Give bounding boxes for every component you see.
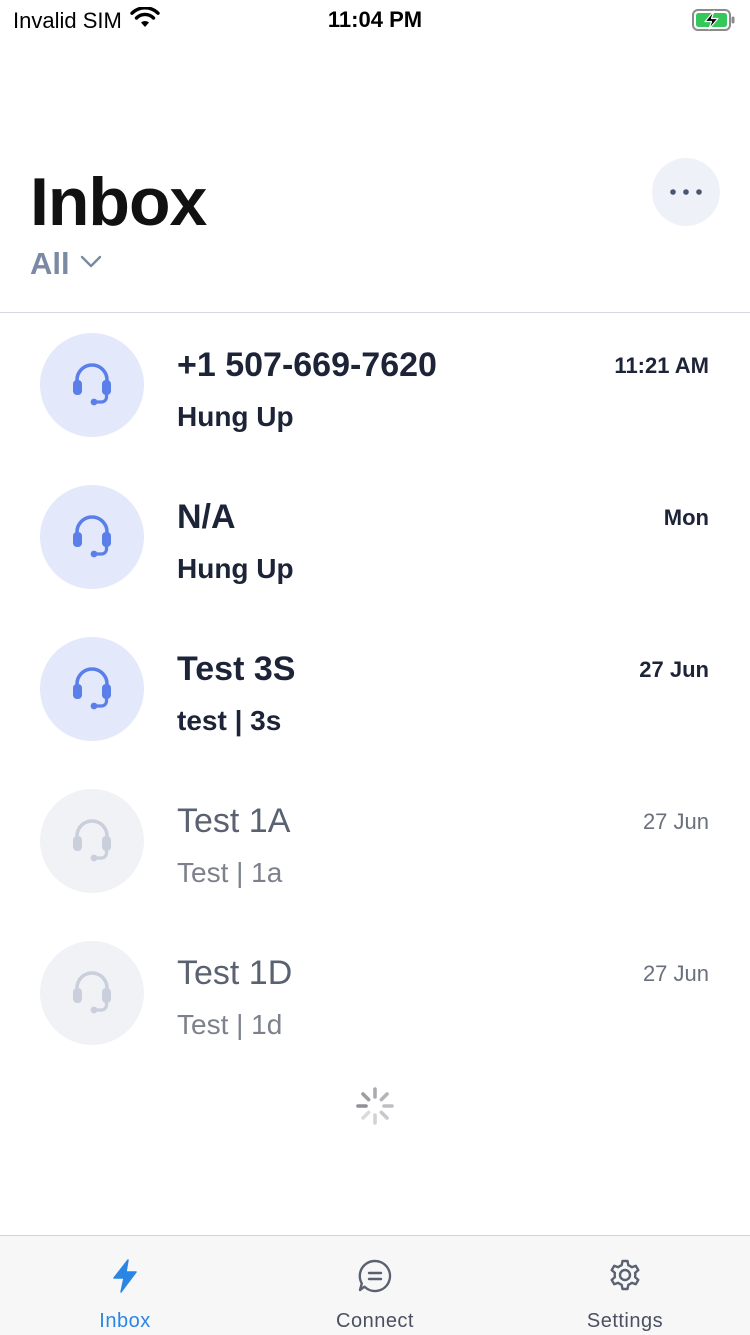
conversation-time: Mon xyxy=(663,505,709,530)
headset-icon xyxy=(68,815,116,868)
conversation-row[interactable]: Test 3S test | 3s 27 Jun xyxy=(0,617,750,769)
conversation-subtitle: Test | 1d xyxy=(177,1009,283,1040)
conversation-name: +1 507-669-7620 xyxy=(177,346,437,384)
conversation-time: 27 Jun xyxy=(639,657,709,682)
chevron-down-icon xyxy=(80,255,102,274)
battery-charging-icon xyxy=(692,8,736,32)
tab-label: Connect xyxy=(336,1310,414,1332)
avatar xyxy=(40,333,144,437)
conversation-subtitle: Hung Up xyxy=(177,401,294,432)
page-title: Inbox xyxy=(30,164,207,240)
conversation-list: +1 507-669-7620 Hung Up 11:21 AM N/A Hun… xyxy=(0,313,750,1073)
tab-settings[interactable]: Settings xyxy=(500,1236,750,1335)
loading-spinner-icon xyxy=(355,1086,395,1126)
tab-label: Inbox xyxy=(99,1310,151,1332)
conversation-name: N/A xyxy=(177,498,236,536)
avatar xyxy=(40,637,144,741)
conversation-name: Test 1D xyxy=(177,954,293,992)
avatar xyxy=(40,789,144,893)
headset-icon xyxy=(68,511,116,564)
avatar xyxy=(40,941,144,1045)
conversation-time: 27 Jun xyxy=(642,961,709,986)
gear-icon xyxy=(605,1256,645,1296)
status-bar: Invalid SIM 11:04 PM xyxy=(0,0,750,40)
status-time: 11:04 PM xyxy=(327,7,423,32)
headset-icon xyxy=(68,967,116,1020)
more-options-button[interactable] xyxy=(652,158,720,226)
conversation-name: Test 3S xyxy=(177,650,296,688)
conversation-name: Test 1A xyxy=(177,802,291,840)
tab-connect[interactable]: Connect xyxy=(250,1236,500,1335)
headset-icon xyxy=(68,359,116,412)
ellipsis-icon xyxy=(669,183,703,201)
conversation-time: 11:21 AM xyxy=(614,353,709,378)
headset-icon xyxy=(68,663,116,716)
conversation-subtitle: Hung Up xyxy=(177,553,294,584)
conversation-row[interactable]: Test 1D Test | 1d 27 Jun xyxy=(0,921,750,1073)
conversation-subtitle: test | 3s xyxy=(177,705,282,736)
conversation-time: 27 Jun xyxy=(642,809,709,834)
tab-inbox[interactable]: Inbox xyxy=(0,1236,250,1335)
conversation-row[interactable]: Test 1A Test | 1a 27 Jun xyxy=(0,769,750,921)
chat-bubble-icon xyxy=(355,1256,395,1296)
bolt-icon xyxy=(105,1256,145,1296)
conversation-row[interactable]: +1 507-669-7620 Hung Up 11:21 AM xyxy=(0,313,750,465)
tab-bar: Inbox Connect Settings xyxy=(0,1235,750,1335)
tab-label: Settings xyxy=(586,1310,664,1332)
filter-dropdown[interactable]: All xyxy=(30,246,102,282)
avatar xyxy=(40,485,144,589)
conversation-row[interactable]: N/A Hung Up Mon xyxy=(0,465,750,617)
conversation-subtitle: Test | 1a xyxy=(177,857,283,888)
filter-label: All xyxy=(30,246,70,281)
